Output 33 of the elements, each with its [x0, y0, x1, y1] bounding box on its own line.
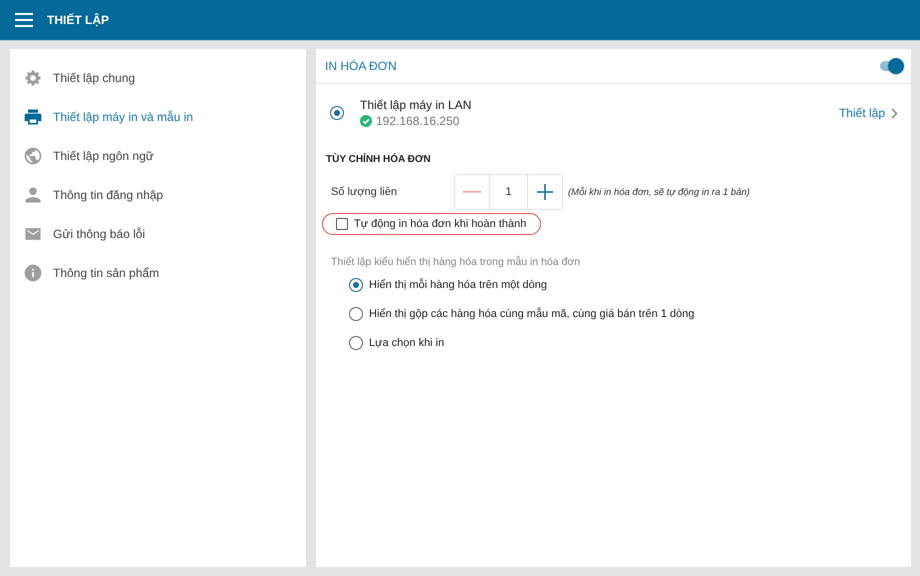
person-icon — [23, 184, 43, 204]
option-label: Lựa chọn khi in — [369, 337, 444, 349]
panel-title: IN HÓA ĐƠN — [325, 59, 397, 73]
printer-icon — [23, 106, 43, 126]
gear-icon — [23, 68, 43, 88]
plus-icon — [537, 184, 553, 200]
checkbox-label: Tự động in hóa đơn khi hoàn thành — [354, 218, 526, 230]
setup-link[interactable]: Thiết lập — [838, 106, 898, 120]
menu-icon[interactable] — [15, 13, 33, 27]
chevron-right-icon — [891, 108, 898, 118]
printer-name: Thiết lập máy in LAN — [360, 98, 472, 112]
info-icon — [23, 262, 43, 282]
sidebar-item[interactable]: Gửi thông báo lỗi — [10, 214, 306, 253]
radio-button[interactable] — [330, 106, 344, 120]
option-label: Hiển thị gộp các hàng hóa cùng mẫu mã, cùng giá bán trên 1 dòng — [369, 308, 694, 320]
sidebar-item[interactable]: Thiết lập chung — [10, 58, 306, 97]
app-title: THIẾT LẬP — [47, 13, 109, 27]
radio-button[interactable] — [349, 278, 363, 292]
radio-button[interactable] — [349, 307, 363, 321]
printer-address: 192.168.16.250 — [376, 114, 460, 128]
section-title: TÙY CHỈNH HÓA ĐƠN — [325, 152, 432, 165]
sidebar-item[interactable]: Thông tin sản phẩm — [10, 253, 306, 292]
sidebar-item[interactable]: Thiết lập máy in và mẫu in — [10, 97, 306, 136]
radio-button[interactable] — [349, 336, 363, 350]
display-mode-label: Thiết lập kiểu hiển thị hàng hóa trong mẫu in hóa đơn — [330, 254, 582, 270]
sidebar-item[interactable]: Thiết lập ngôn ngữ — [10, 136, 306, 175]
copies-label: Số lượng liên — [331, 186, 398, 198]
copies-hint: (Mỗi khi in hóa đơn, sẽ tự động in ra 1 bản) — [568, 186, 750, 198]
option-label: Hiển thị mỗi hàng hóa trên một dòng — [369, 279, 547, 291]
sidebar-item[interactable]: Thông tin đăng nhập — [10, 175, 306, 214]
globe-icon — [23, 146, 43, 166]
minus-icon — [463, 191, 481, 193]
checkbox[interactable] — [336, 218, 348, 230]
